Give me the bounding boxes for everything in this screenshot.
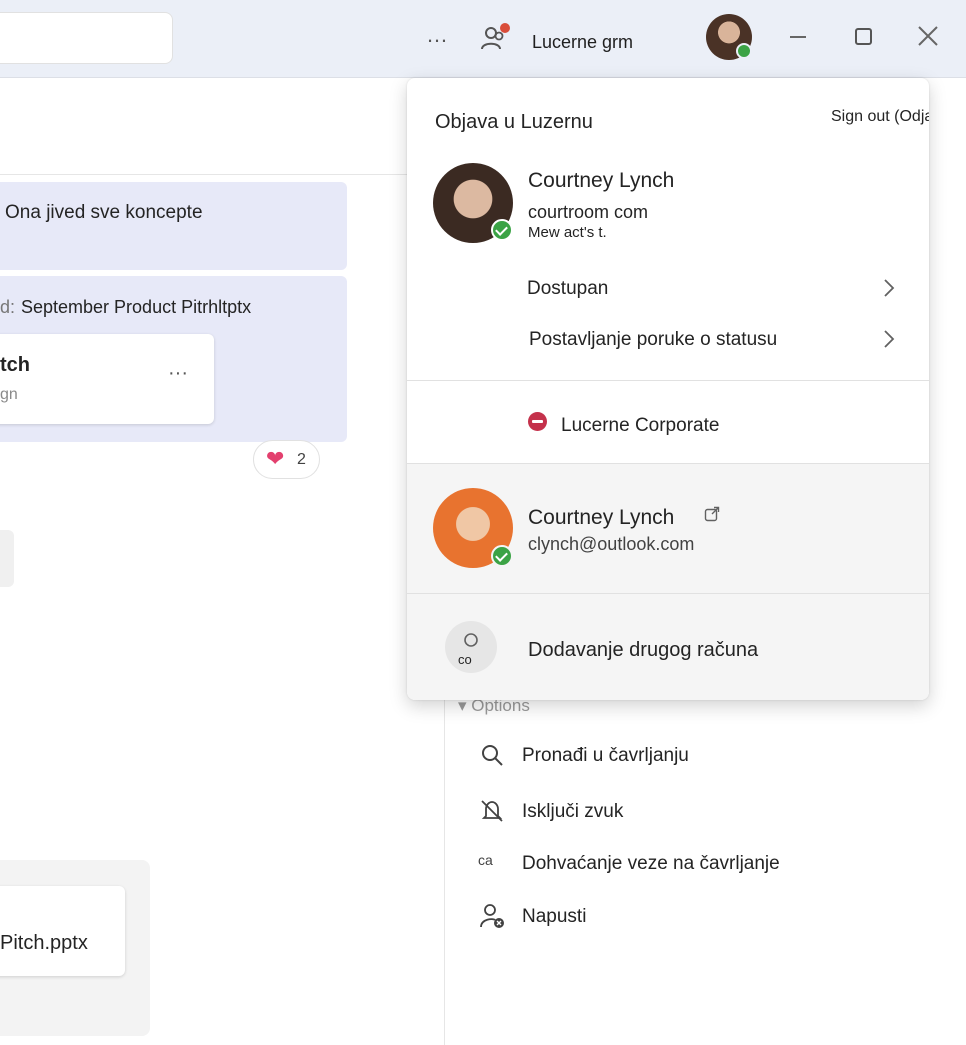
close-button[interactable] bbox=[916, 24, 940, 48]
reaction-pill[interactable] bbox=[253, 440, 320, 479]
chat-header-divider bbox=[0, 174, 444, 175]
set-status-message-label: Postavljanje poruke o statusu bbox=[529, 329, 778, 350]
file-name: Pitch.pptx bbox=[0, 932, 88, 954]
account-email: courtroom com bbox=[528, 202, 649, 222]
title-bar: … Lucerne grm bbox=[0, 0, 966, 78]
available-status-icon bbox=[491, 545, 513, 567]
add-account-avatar-text: co bbox=[458, 652, 472, 667]
availability-menu-item[interactable]: Dostupan bbox=[407, 268, 929, 312]
copy-chat-link-option[interactable]: ca Dohvaćanje veze na čavrljanje bbox=[470, 845, 890, 889]
org-title: Objava u Luzernu bbox=[435, 111, 593, 133]
file-card-subtitle: gn bbox=[0, 386, 18, 403]
account-email: clynch@outlook.com bbox=[528, 534, 695, 554]
more-options-button[interactable]: … bbox=[426, 22, 449, 48]
option-label: Dohvaćanje veze na čavrljanje bbox=[522, 853, 780, 874]
leave-icon bbox=[478, 902, 506, 930]
message-prefix: d: bbox=[0, 297, 16, 317]
heart-icon: ❤ bbox=[266, 446, 285, 471]
people-icon[interactable] bbox=[478, 22, 510, 54]
account-name[interactable]: Courtney Lynch bbox=[528, 506, 674, 530]
message-text: September Product Pitrhltptx bbox=[21, 297, 252, 317]
divider bbox=[407, 380, 929, 381]
message-bubble[interactable] bbox=[0, 182, 347, 270]
org-name: Lucerne grm bbox=[532, 32, 634, 52]
message-text: Ona jived sve koncepte bbox=[5, 202, 203, 223]
option-label: Pronađi u čavrljanju bbox=[522, 745, 689, 766]
minimize-button[interactable] bbox=[790, 36, 806, 38]
search-icon bbox=[478, 741, 506, 769]
option-label: Napusti bbox=[522, 906, 587, 927]
available-status-icon bbox=[736, 43, 752, 59]
account-name: Courtney Lynch bbox=[528, 169, 675, 192]
reaction-count: 2 bbox=[297, 451, 306, 468]
link-icon: ca bbox=[478, 852, 493, 868]
mute-bell-icon bbox=[478, 797, 506, 825]
file-more-button[interactable]: ··· bbox=[168, 362, 188, 385]
account-menu: Objava u Luzernu Sign out (Odjava) Court… bbox=[407, 78, 929, 700]
message-bubble bbox=[0, 530, 14, 587]
status-message-text: Mew act's t. bbox=[528, 224, 607, 241]
option-label: Isključi zvuk bbox=[522, 801, 624, 822]
file-card-title: tch bbox=[0, 354, 30, 376]
do-not-disturb-icon bbox=[528, 412, 547, 431]
search-input[interactable] bbox=[0, 12, 173, 64]
org-account-label[interactable]: Lucerne Corporate bbox=[561, 415, 719, 437]
open-external-icon[interactable] bbox=[704, 506, 720, 522]
chevron-right-icon bbox=[883, 278, 895, 298]
mute-option[interactable]: Isključi zvuk bbox=[470, 793, 890, 837]
chevron-right-icon bbox=[883, 329, 895, 349]
sign-out-link[interactable]: Sign out (Odjava) bbox=[831, 108, 929, 126]
add-account-button[interactable]: Dodavanje drugog računa bbox=[528, 639, 758, 662]
set-status-message-menu-item[interactable]: Postavljanje poruke o statusu bbox=[407, 319, 929, 363]
availability-label: Dostupan bbox=[527, 278, 609, 299]
available-status-icon bbox=[491, 219, 513, 241]
leave-option[interactable]: Napusti bbox=[470, 898, 890, 942]
find-in-chat-option[interactable]: Pronađi u čavrljanju bbox=[470, 737, 890, 781]
divider bbox=[407, 593, 929, 594]
pptx-file-card[interactable] bbox=[0, 886, 125, 976]
maximize-button[interactable] bbox=[855, 28, 872, 45]
